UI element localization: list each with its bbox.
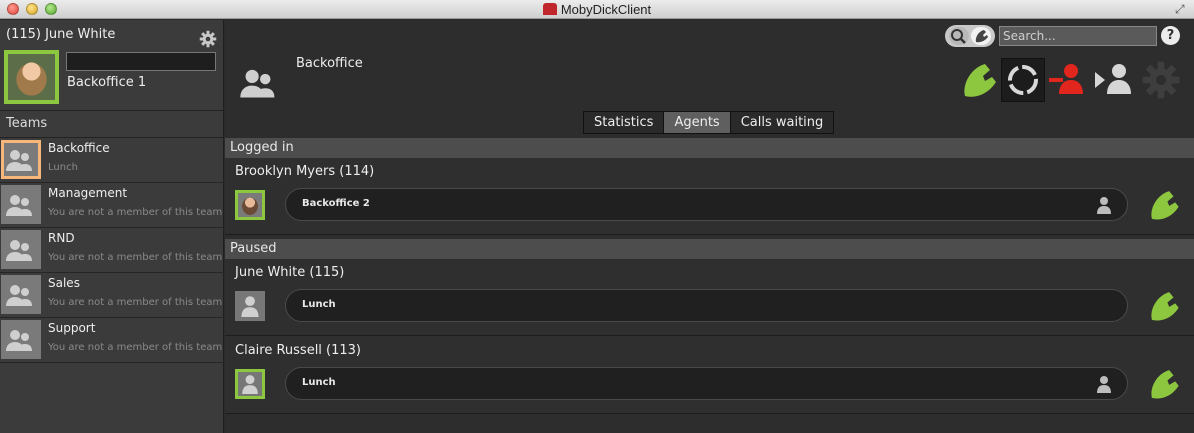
window-title-text: MobyDickClient bbox=[560, 2, 652, 17]
tab-statistics[interactable]: Statistics bbox=[584, 112, 665, 133]
teams-heading: Teams bbox=[6, 116, 48, 131]
group-icon bbox=[6, 284, 32, 306]
team-avatar bbox=[1, 230, 41, 269]
person-icon bbox=[242, 375, 258, 394]
group-icon bbox=[6, 194, 32, 216]
transfer-agent-icon[interactable] bbox=[1091, 58, 1135, 102]
agent-status-bar[interactable]: Lunch bbox=[285, 367, 1128, 400]
search-mode-toggle[interactable] bbox=[945, 25, 995, 47]
person-icon bbox=[241, 296, 259, 317]
user-name: (115) June White bbox=[6, 27, 116, 42]
status-cycle-button[interactable] bbox=[1001, 58, 1045, 102]
team-avatar bbox=[1, 185, 41, 224]
team-status: You are not a member of this team bbox=[48, 207, 223, 218]
team-name: RND bbox=[48, 231, 75, 245]
app-logo-icon bbox=[542, 3, 557, 15]
group-icon bbox=[6, 239, 32, 261]
team-status: You are not a member of this team bbox=[48, 297, 223, 308]
divider bbox=[0, 110, 224, 111]
group-title: Backoffice bbox=[296, 56, 363, 71]
team-avatar bbox=[1, 320, 41, 359]
team-name: Support bbox=[48, 321, 96, 335]
app-window: MobyDickClient ⤢ (115) June White Backof… bbox=[0, 0, 1194, 433]
group-icon bbox=[6, 149, 32, 171]
team-status: Lunch bbox=[48, 162, 78, 173]
call-agent-icon[interactable] bbox=[1145, 365, 1183, 403]
group-icon bbox=[240, 69, 275, 98]
agent-status-bar[interactable]: Lunch bbox=[285, 289, 1128, 322]
agent-name: Claire Russell (113) bbox=[235, 343, 362, 358]
tab-agents[interactable]: Agents bbox=[664, 112, 731, 133]
agent-row: Claire Russell (113) Lunch bbox=[225, 337, 1194, 414]
agent-status: Backoffice 2 bbox=[302, 198, 370, 209]
settings-gear-icon[interactable] bbox=[1141, 60, 1181, 100]
team-name: Sales bbox=[48, 276, 80, 290]
phone-search-icon[interactable] bbox=[971, 27, 991, 45]
hangup-agent-icon[interactable] bbox=[1047, 58, 1091, 102]
team-item-rnd[interactable]: RND You are not a member of this team bbox=[0, 228, 224, 273]
title-bar: MobyDickClient ⤢ bbox=[0, 0, 1194, 19]
call-icon[interactable] bbox=[957, 58, 1001, 102]
group-icon bbox=[6, 329, 32, 351]
agent-row: Brooklyn Myers (114) Backoffice 2 bbox=[225, 158, 1194, 235]
agent-avatar bbox=[235, 369, 265, 399]
agent-name: Brooklyn Myers (114) bbox=[235, 164, 375, 179]
tab-calls-waiting[interactable]: Calls waiting bbox=[730, 112, 834, 133]
refresh-ring-icon bbox=[1008, 65, 1038, 95]
agent-row: June White (115) Lunch bbox=[225, 259, 1194, 336]
call-agent-icon[interactable] bbox=[1145, 186, 1183, 224]
team-status: You are not a member of this team bbox=[48, 252, 223, 263]
search-icon[interactable] bbox=[949, 27, 969, 45]
user-team: Backoffice 1 bbox=[67, 75, 147, 90]
status-message-input[interactable] bbox=[66, 52, 216, 71]
help-button[interactable]: ? bbox=[1161, 26, 1180, 45]
team-name: Backoffice bbox=[48, 141, 110, 155]
main-panel: Backoffice ? Statistics Agents Calls wai… bbox=[225, 20, 1194, 433]
team-item-backoffice[interactable]: Backoffice Lunch bbox=[0, 138, 224, 183]
person-icon bbox=[1097, 197, 1111, 214]
team-status: You are not a member of this team bbox=[48, 342, 223, 353]
section-logged-in: Logged in bbox=[225, 138, 1194, 158]
agent-status: Lunch bbox=[302, 377, 336, 388]
agent-status-bar[interactable]: Backoffice 2 bbox=[285, 188, 1128, 221]
team-name: Management bbox=[48, 186, 128, 200]
team-avatar bbox=[1, 275, 41, 314]
agent-avatar bbox=[235, 291, 265, 321]
user-avatar[interactable] bbox=[4, 50, 59, 104]
team-item-sales[interactable]: Sales You are not a member of this team bbox=[0, 273, 224, 318]
section-paused: Paused bbox=[225, 239, 1194, 259]
agent-status: Lunch bbox=[302, 299, 336, 310]
team-avatar bbox=[1, 140, 41, 179]
view-tabs: Statistics Agents Calls waiting bbox=[583, 111, 835, 134]
fullscreen-icon[interactable]: ⤢ bbox=[1175, 2, 1189, 16]
agent-avatar bbox=[235, 190, 265, 220]
agent-name: June White (115) bbox=[235, 265, 345, 280]
window-title: MobyDickClient bbox=[0, 2, 1194, 17]
team-item-support[interactable]: Support You are not a member of this tea… bbox=[0, 318, 224, 363]
search-input[interactable] bbox=[999, 26, 1157, 46]
person-icon bbox=[1097, 376, 1111, 393]
sidebar: (115) June White Backoffice 1 Teams Back… bbox=[0, 20, 224, 433]
call-agent-icon[interactable] bbox=[1145, 287, 1183, 325]
team-item-management[interactable]: Management You are not a member of this … bbox=[0, 183, 224, 228]
settings-gear-icon[interactable] bbox=[199, 30, 217, 48]
